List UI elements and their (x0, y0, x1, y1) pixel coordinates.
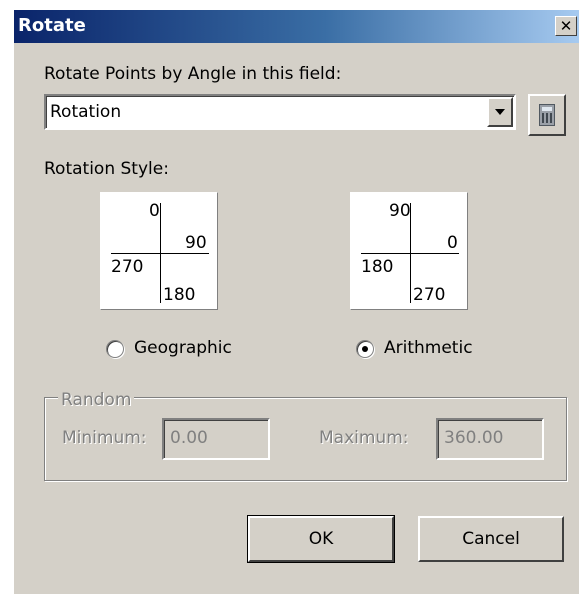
calculator-icon (539, 104, 555, 126)
close-icon: ✕ (559, 16, 573, 35)
rotate-field-dropdown[interactable]: Rotation (44, 94, 516, 130)
minimum-label: Minimum: (62, 428, 147, 448)
ok-button[interactable]: OK (247, 515, 395, 563)
rotate-dialog: Rotate ✕ Rotate Points by Angle in this … (14, 10, 579, 594)
rotation-style-label: Rotation Style: (44, 159, 169, 179)
arithmetic-radio-label[interactable]: Arithmetic (384, 338, 473, 358)
arithmetic-left-label: 180 (361, 257, 394, 277)
rotate-field-value: Rotation (50, 102, 122, 122)
maximum-label: Maximum: (319, 428, 409, 448)
expression-calculator-button[interactable] (528, 94, 566, 136)
dialog-title: Rotate (18, 15, 86, 36)
geographic-right-label: 90 (185, 233, 207, 253)
arithmetic-bottom-label: 270 (413, 285, 446, 305)
cancel-button[interactable]: Cancel (418, 516, 564, 562)
arithmetic-radio[interactable] (356, 340, 374, 358)
random-group-label: Random (58, 390, 135, 410)
close-button[interactable]: ✕ (555, 16, 577, 36)
geographic-diagram: 0 90 270 180 (100, 192, 218, 310)
dropdown-arrow-icon[interactable] (487, 97, 513, 127)
geographic-top-label: 0 (149, 201, 160, 221)
maximum-input[interactable]: 360.00 (436, 418, 544, 460)
arithmetic-right-label: 0 (447, 233, 458, 253)
rotate-field-label: Rotate Points by Angle in this field: (44, 64, 342, 84)
arithmetic-diagram: 90 0 180 270 (350, 192, 468, 310)
minimum-input[interactable]: 0.00 (162, 418, 270, 460)
title-bar[interactable]: Rotate ✕ (14, 10, 579, 43)
geographic-radio[interactable] (106, 340, 124, 358)
geographic-radio-label[interactable]: Geographic (134, 338, 232, 358)
geographic-bottom-label: 180 (163, 285, 196, 305)
geographic-left-label: 270 (111, 257, 144, 277)
arithmetic-top-label: 90 (389, 201, 411, 221)
